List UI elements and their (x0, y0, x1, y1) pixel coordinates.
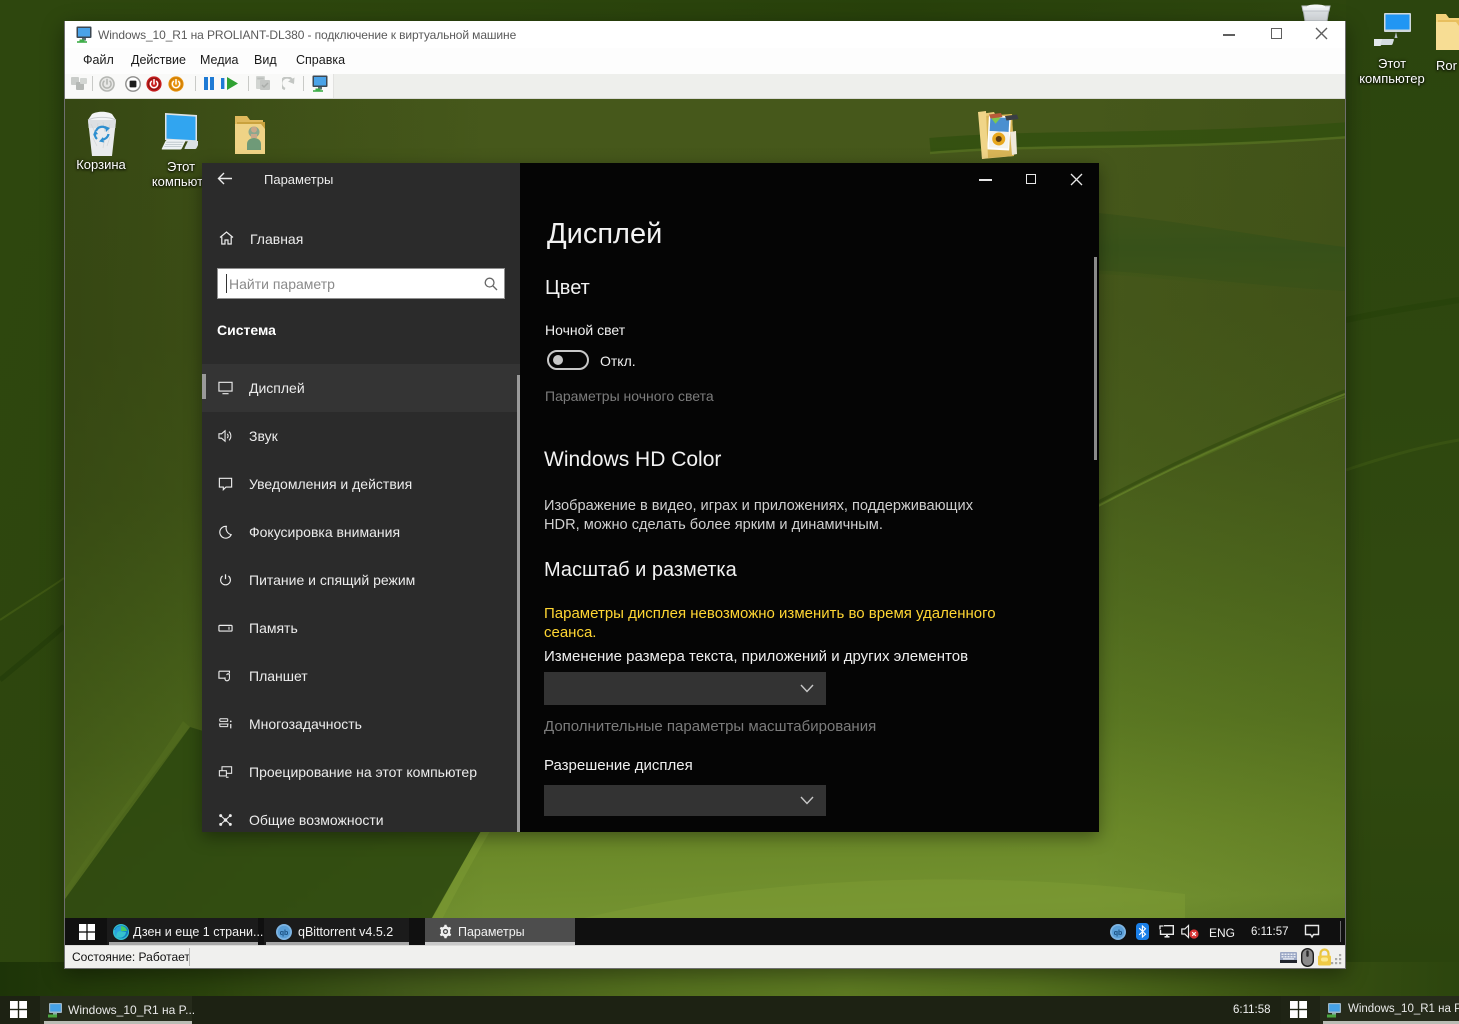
svg-text:qb: qb (280, 930, 289, 937)
svg-text:qb: qb (1114, 930, 1123, 937)
